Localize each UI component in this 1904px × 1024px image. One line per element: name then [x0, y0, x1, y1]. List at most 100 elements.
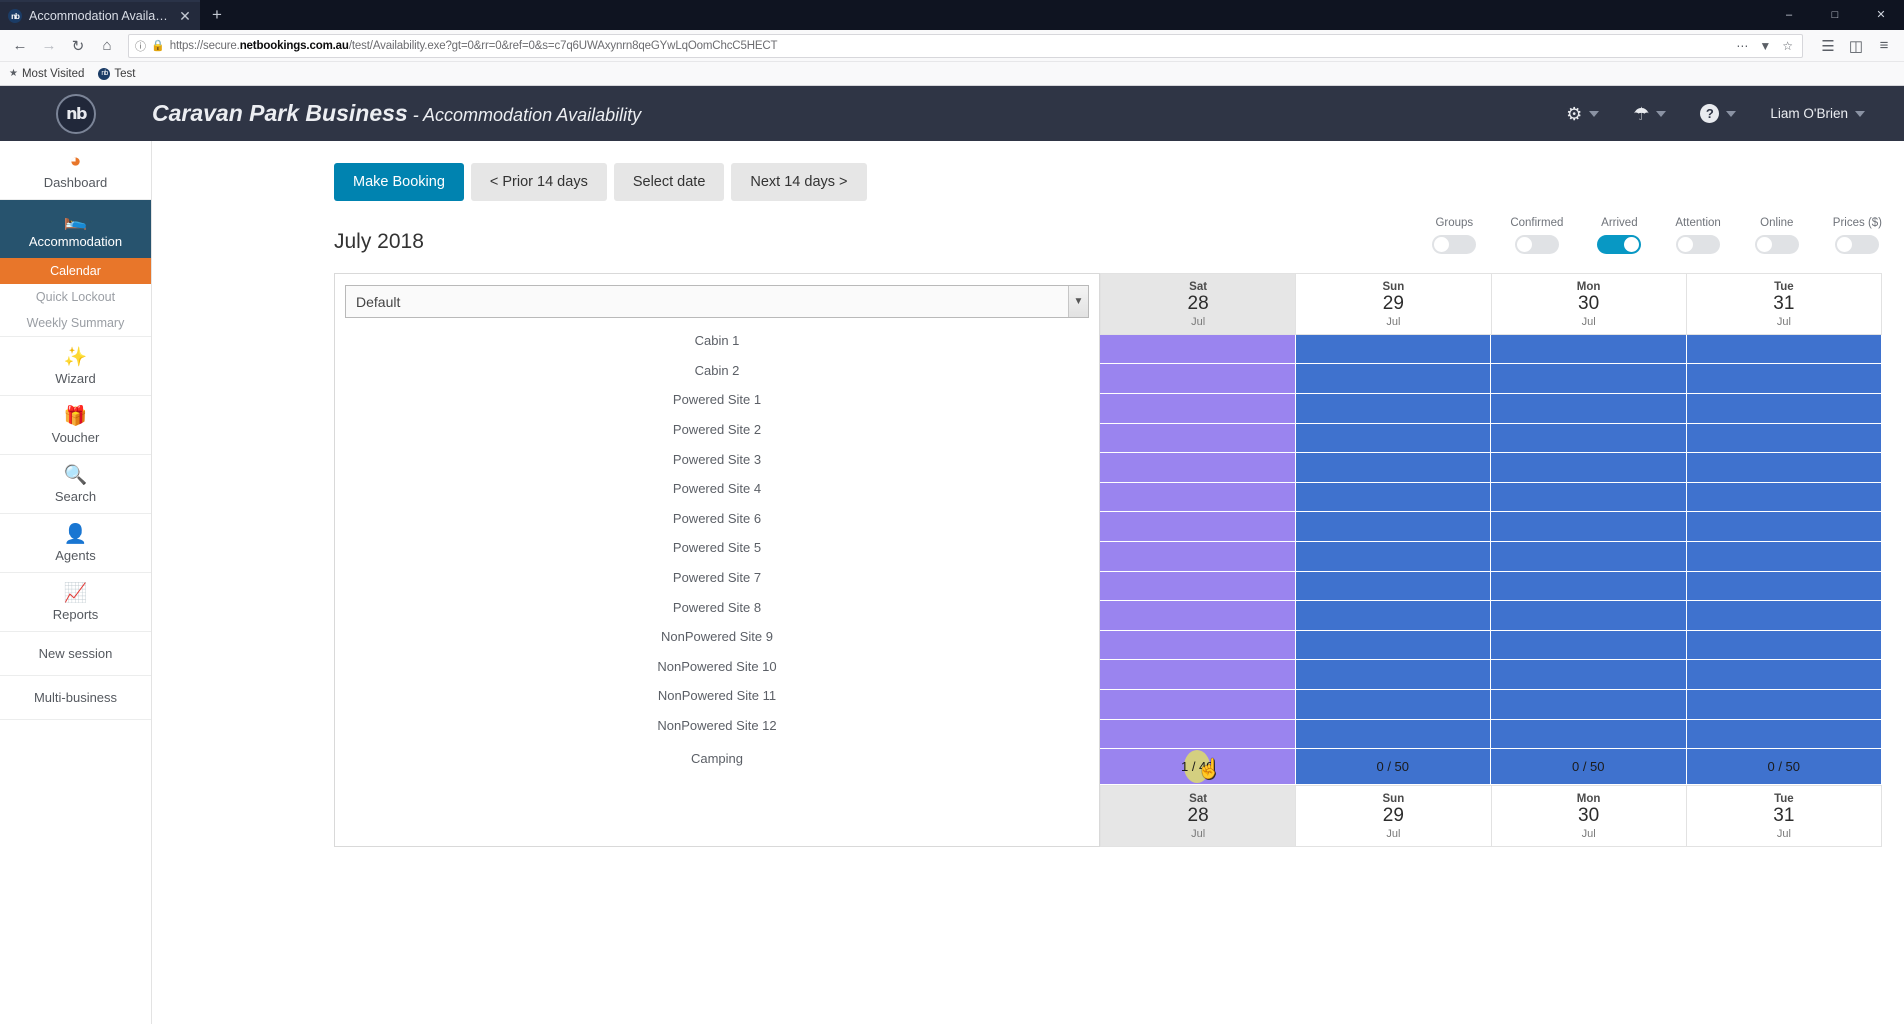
sidebar-item-agents[interactable]: 👤 Agents [0, 514, 151, 573]
chevron-down-icon[interactable]: ▼ [1068, 286, 1088, 317]
availability-cell[interactable] [1295, 541, 1491, 572]
toggle-online[interactable]: Online [1754, 217, 1799, 254]
toggle-attention[interactable]: Attention [1675, 217, 1721, 254]
next-14-days-button[interactable]: Next 14 days > [731, 163, 867, 201]
availability-cell[interactable] [1686, 601, 1882, 631]
availability-cell[interactable] [1100, 719, 1296, 750]
settings-menu[interactable]: ⚙ [1549, 105, 1616, 123]
availability-cell[interactable] [1686, 630, 1882, 661]
availability-cell[interactable] [1491, 393, 1687, 424]
toggle-switch-prices[interactable] [1835, 235, 1880, 254]
availability-cell[interactable] [1491, 423, 1687, 454]
pocket-icon[interactable]: ▼ [1756, 39, 1774, 53]
availability-cell[interactable] [1100, 541, 1296, 572]
availability-cell[interactable] [1295, 512, 1491, 542]
availability-cell[interactable] [1491, 689, 1687, 720]
new-tab-button[interactable]: + [200, 0, 234, 30]
availability-cell[interactable] [1686, 541, 1882, 572]
availability-cell[interactable] [1295, 660, 1491, 690]
account-menu[interactable]: Liam O'Brien [1753, 106, 1882, 121]
bookmark-test[interactable]: nb Test [98, 67, 136, 80]
url-bar[interactable]: ⓘ 🔒 https://secure.netbookings.com.au/te… [128, 33, 1803, 58]
availability-cell[interactable] [1100, 453, 1296, 483]
availability-cell[interactable] [1491, 601, 1687, 631]
toggle-switch-confirmed[interactable] [1514, 235, 1559, 254]
sidebar-item-search[interactable]: 🔍 Search [0, 455, 151, 514]
availability-cell[interactable] [1491, 482, 1687, 513]
availability-cell[interactable] [1491, 512, 1687, 542]
reload-icon[interactable]: ↻ [65, 33, 91, 59]
maximize-button[interactable]: □ [1812, 0, 1858, 30]
sidebar-item-accommodation[interactable]: 🛌 Accommodation [0, 200, 151, 258]
availability-cell[interactable] [1686, 660, 1882, 690]
toggle-arrived[interactable]: Arrived [1597, 217, 1642, 254]
toggle-prices[interactable]: Prices ($) [1833, 217, 1882, 254]
availability-cell[interactable] [1686, 334, 1882, 365]
calendar-day-header[interactable]: Mon 30 Jul [1491, 785, 1687, 847]
sidebar-icon[interactable]: ◫ [1843, 33, 1869, 59]
toggle-switch-attention[interactable] [1676, 235, 1721, 254]
availability-cell[interactable] [1686, 689, 1882, 720]
sidebar-item-reports[interactable]: 📈 Reports [0, 573, 151, 632]
availability-cell[interactable] [1491, 453, 1687, 483]
make-booking-button[interactable]: Make Booking [334, 163, 464, 201]
availability-cell[interactable] [1295, 719, 1491, 750]
availability-cell[interactable] [1100, 571, 1296, 602]
sidebar-item-dashboard[interactable]: ◕ Dashboard [0, 141, 151, 200]
room-filter-select[interactable]: Default ▼ [345, 285, 1089, 318]
availability-cell[interactable] [1100, 393, 1296, 424]
hamburger-menu-icon[interactable]: ≡ [1871, 33, 1897, 59]
close-window-button[interactable]: ✕ [1858, 0, 1904, 30]
calendar-day-header[interactable]: Tue 31 Jul [1686, 273, 1882, 335]
sidebar-item-new-session[interactable]: New session [0, 632, 151, 676]
availability-cell[interactable] [1100, 601, 1296, 631]
info-icon[interactable]: ⓘ [135, 38, 146, 54]
forward-arrow-icon[interactable]: → [36, 33, 62, 59]
back-arrow-icon[interactable]: ← [7, 33, 33, 59]
availability-cell[interactable] [1100, 364, 1296, 394]
help-menu[interactable]: ? [1683, 104, 1753, 123]
calendar-day-header[interactable]: Tue 31 Jul [1686, 785, 1882, 847]
availability-cell[interactable] [1295, 393, 1491, 424]
browser-tab[interactable]: nb Accommodation Availability ✕ [0, 0, 200, 30]
sidebar-item-quick-lockout[interactable]: Quick Lockout [0, 284, 151, 310]
sidebar-item-multi-business[interactable]: Multi-business [0, 676, 151, 720]
availability-cell[interactable] [1295, 364, 1491, 394]
availability-cell[interactable] [1295, 689, 1491, 720]
availability-cell[interactable] [1491, 571, 1687, 602]
availability-cell[interactable] [1686, 364, 1882, 394]
toggle-groups[interactable]: Groups [1432, 217, 1477, 254]
calendar-day-header[interactable]: Sat 28 Jul [1100, 785, 1297, 847]
minimize-button[interactable]: – [1766, 0, 1812, 30]
availability-cell[interactable] [1295, 423, 1491, 454]
availability-cell[interactable] [1491, 660, 1687, 690]
availability-cell[interactable] [1295, 571, 1491, 602]
toggle-switch-online[interactable] [1754, 235, 1799, 254]
availability-cell[interactable] [1491, 334, 1687, 365]
availability-cell[interactable] [1100, 482, 1296, 513]
sidebar-item-wizard[interactable]: ✨ Wizard [0, 337, 151, 396]
camping-availability-cell[interactable]: 0 / 50 [1295, 749, 1491, 786]
toggle-switch-groups[interactable] [1432, 235, 1477, 254]
availability-cell[interactable] [1100, 689, 1296, 720]
sidebar-item-calendar[interactable]: Calendar [0, 258, 151, 284]
availability-cell[interactable] [1295, 482, 1491, 513]
calendar-day-header[interactable]: Sun 29 Jul [1296, 785, 1492, 847]
availability-cell[interactable] [1686, 423, 1882, 454]
availability-cell[interactable] [1100, 660, 1296, 690]
camping-availability-cell[interactable]: 0 / 50 [1686, 749, 1882, 786]
more-icon[interactable]: ⋯ [1733, 39, 1751, 53]
availability-cell[interactable] [1295, 334, 1491, 365]
availability-cell[interactable] [1295, 630, 1491, 661]
prior-14-days-button[interactable]: < Prior 14 days [470, 163, 607, 201]
availability-cell[interactable] [1295, 453, 1491, 483]
availability-cell[interactable] [1686, 571, 1882, 602]
calendar-day-header[interactable]: Sun 29 Jul [1296, 273, 1492, 335]
lock-icon[interactable]: 🔒 [151, 39, 165, 52]
availability-cell[interactable] [1686, 719, 1882, 750]
sidebar-item-weekly-summary[interactable]: Weekly Summary [0, 310, 151, 336]
select-date-button[interactable]: Select date [613, 163, 725, 201]
availability-cell[interactable] [1491, 541, 1687, 572]
availability-cell[interactable] [1686, 393, 1882, 424]
calendar-day-header[interactable]: Mon 30 Jul [1491, 273, 1687, 335]
